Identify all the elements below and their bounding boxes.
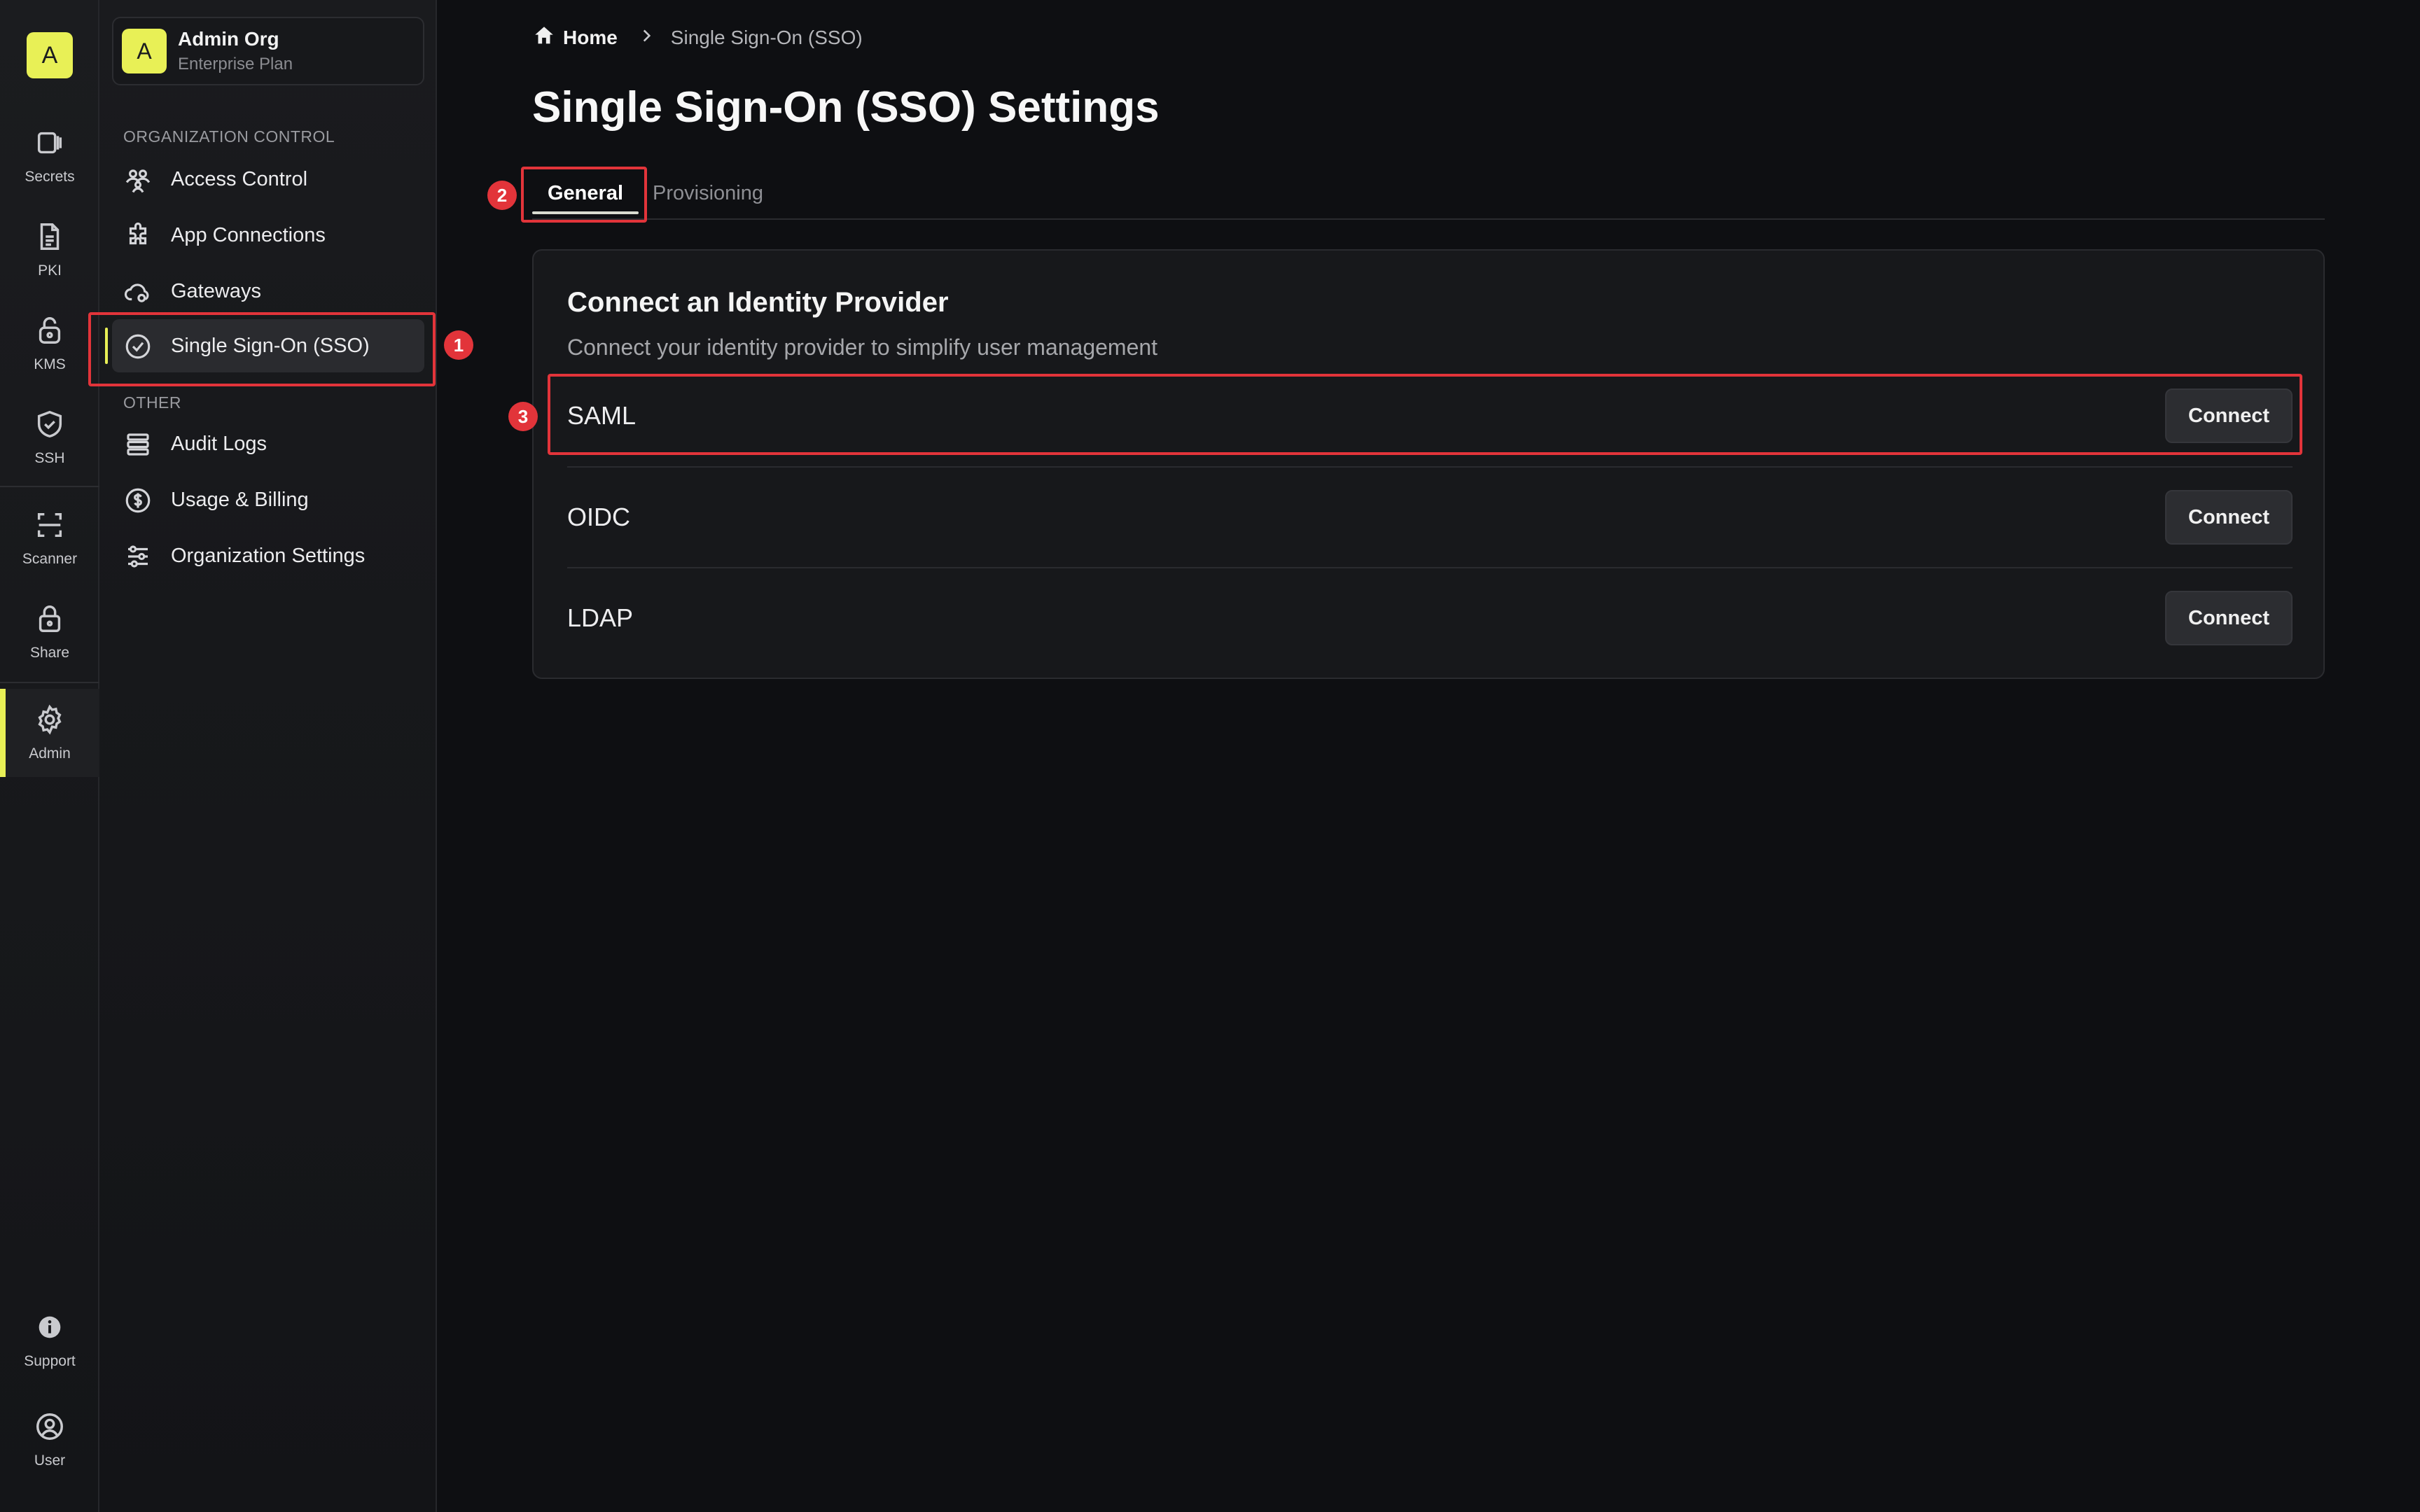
breadcrumb-current: Single Sign-On (SSO) xyxy=(670,27,863,48)
sidebar: A Admin Org Enterprise Plan ORGANIZATION… xyxy=(99,0,437,1512)
rail-item-label: KMS xyxy=(34,356,66,372)
vault-icon xyxy=(37,132,62,154)
org-plan: Enterprise Plan xyxy=(178,55,293,74)
sidebar-item-label: Single Sign-On (SSO) xyxy=(171,334,370,357)
provider-row-ldap: LDAP Connect xyxy=(567,567,2293,668)
rail-item-support[interactable]: Support xyxy=(0,1296,99,1385)
sidebar-item-organization-settings[interactable]: Organization Settings xyxy=(112,529,424,582)
rail-item-scanner[interactable]: Scanner xyxy=(0,494,99,582)
user-circle-icon xyxy=(36,1413,63,1440)
tab-provisioning[interactable]: Provisioning xyxy=(653,168,763,218)
rail-item-label: Scanner xyxy=(22,551,78,567)
chevron-right-icon xyxy=(618,27,671,50)
rail-item-share[interactable]: Share xyxy=(0,588,99,676)
rail-item-label: Secrets xyxy=(25,169,75,185)
annotation-badge-3: 3 xyxy=(508,402,538,431)
annotation-badge-2: 2 xyxy=(487,181,517,210)
rail-item-ssh[interactable]: SSH xyxy=(0,393,99,482)
breadcrumb-home[interactable]: Home xyxy=(563,27,618,49)
section-label-other: OTHER xyxy=(123,393,181,412)
tab-bar: General Provisioning xyxy=(532,168,2325,220)
saml-connect-button[interactable]: Connect xyxy=(2165,388,2293,443)
lock-icon xyxy=(39,606,61,632)
list-icon xyxy=(123,430,153,459)
icon-rail: A Secrets PKI KMS SSH Scanner Share Admi… xyxy=(0,0,99,1512)
sidebar-item-label: Usage & Billing xyxy=(171,488,309,511)
sidebar-item-label: Access Control xyxy=(171,167,308,190)
lock-open-icon xyxy=(39,317,61,344)
dollar-circle-icon xyxy=(123,486,153,515)
rail-item-label: Support xyxy=(24,1353,76,1369)
tab-general[interactable]: General xyxy=(532,168,639,218)
app-root: A Secrets PKI KMS SSH Scanner Share Admi… xyxy=(0,0,2420,1512)
sidebar-item-label: App Connections xyxy=(171,223,326,246)
rail-item-user[interactable]: User xyxy=(0,1396,99,1484)
annotation-badge-1: 1 xyxy=(444,330,473,360)
sidebar-item-label: Audit Logs xyxy=(171,432,267,455)
provider-name: LDAP xyxy=(567,603,634,632)
scan-icon xyxy=(37,512,62,538)
sidebar-item-audit-logs[interactable]: Audit Logs xyxy=(112,417,424,470)
active-indicator xyxy=(105,328,108,364)
rail-item-label: Admin xyxy=(29,746,71,762)
puzzle-icon xyxy=(123,221,153,251)
rail-item-secrets[interactable]: Secrets xyxy=(0,112,99,200)
card-subtitle: Connect your identity provider to simpli… xyxy=(567,335,1158,360)
sidebar-item-label: Organization Settings xyxy=(171,544,366,567)
info-icon xyxy=(39,1316,61,1338)
org-avatar: A xyxy=(122,29,167,74)
shield-check-icon xyxy=(37,410,62,438)
provider-name: OIDC xyxy=(567,503,630,531)
org-name: Admin Org xyxy=(178,28,279,50)
section-label-organization-control: ORGANIZATION CONTROL xyxy=(123,127,335,146)
identity-provider-card: Connect an Identity Provider Connect you… xyxy=(532,249,2325,679)
ldap-connect-button[interactable]: Connect xyxy=(2165,591,2293,645)
rail-item-label: PKI xyxy=(38,262,62,279)
document-icon xyxy=(40,223,60,250)
cloud-gear-icon xyxy=(123,277,153,307)
card-title: Connect an Identity Provider xyxy=(567,287,949,318)
org-switcher[interactable]: A Admin Org Enterprise Plan xyxy=(112,17,424,85)
provider-row-oidc: OIDC Connect xyxy=(567,466,2293,567)
rail-item-label: Share xyxy=(29,645,70,661)
sliders-icon xyxy=(123,542,153,571)
rail-divider xyxy=(0,682,99,683)
gear-icon xyxy=(38,704,62,735)
oidc-connect-button[interactable]: Connect xyxy=(2165,490,2293,545)
page-title: Single Sign-On (SSO) Settings xyxy=(532,83,1160,132)
provider-row-saml: SAML Connect xyxy=(567,365,2293,466)
org-logo[interactable]: A xyxy=(27,32,73,78)
users-icon xyxy=(123,165,153,195)
sidebar-item-label: Gateways xyxy=(171,279,261,302)
main-content: Home Single Sign-On (SSO) Single Sign-On… xyxy=(437,0,2420,1512)
check-circle-icon xyxy=(123,332,153,361)
rail-item-label: User xyxy=(34,1452,66,1469)
rail-item-kms[interactable]: KMS xyxy=(0,300,99,388)
provider-name: SAML xyxy=(567,401,637,430)
home-icon[interactable] xyxy=(532,24,556,52)
rail-item-admin[interactable]: Admin xyxy=(0,689,99,777)
sidebar-item-access-control[interactable]: Access Control xyxy=(112,153,424,206)
sidebar-item-sso[interactable]: Single Sign-On (SSO) xyxy=(112,319,424,372)
rail-divider xyxy=(0,486,99,487)
rail-item-label: SSH xyxy=(34,450,65,466)
sidebar-item-app-connections[interactable]: App Connections xyxy=(112,209,424,262)
org-text: Admin Org Enterprise Plan xyxy=(178,28,293,74)
sidebar-item-gateways[interactable]: Gateways xyxy=(112,265,424,318)
rail-item-pki[interactable]: PKI xyxy=(0,206,99,294)
breadcrumb: Home Single Sign-On (SSO) xyxy=(532,25,863,50)
sidebar-item-usage-billing[interactable]: Usage & Billing xyxy=(112,473,424,526)
